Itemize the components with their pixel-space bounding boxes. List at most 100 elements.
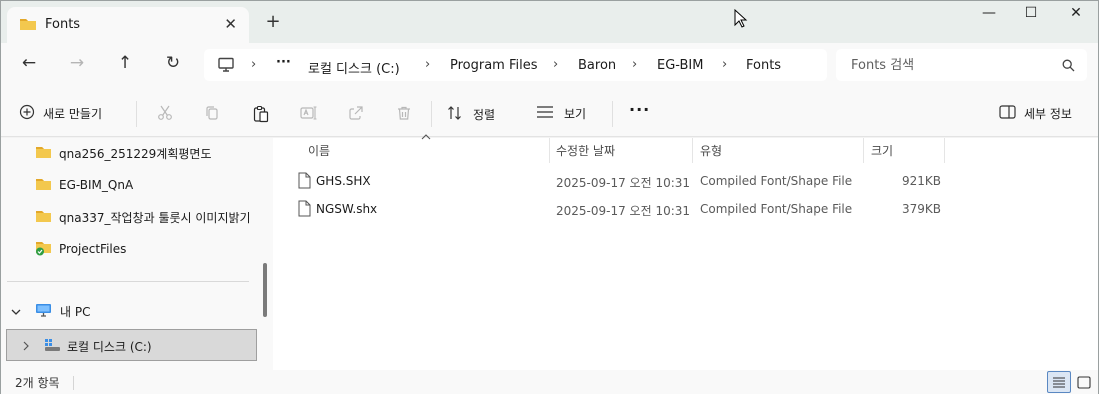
breadcrumb-item-baron[interactable]: Baron [578,58,616,73]
folder-label: EG-BIM_QnA [59,178,134,192]
sort-ascending-icon [421,132,431,143]
sort-button[interactable]: 정렬 [447,105,495,124]
file-name: NGSW.shx [316,202,378,216]
item-count: 2개 항목 [15,376,60,390]
synced-folder-icon [35,240,52,259]
sort-icon [447,105,463,124]
file-explorer-window: Fonts ✕ + — ☐ ✕ ← → ↑ ↻ › ··· 로컬 디스크 (C:… [0,0,1099,394]
breadcrumb-separator: › [553,57,559,72]
column-label: 수정한 날짜 [556,144,616,158]
divider [431,101,432,127]
column-header-type[interactable]: 유형 [700,138,722,163]
column-label: 크기 [871,144,894,158]
nav-scrollbar[interactable] [259,138,273,370]
tab-fonts[interactable]: Fonts ✕ [7,7,249,43]
details-pane-icon [999,105,1016,122]
large-icons-view-button[interactable] [1074,373,1094,393]
forward-button[interactable]: → [64,53,90,77]
column-divider[interactable] [863,138,864,163]
folder-icon [19,16,37,35]
column-header-name[interactable]: 이름 [308,138,330,163]
nav-local-disk[interactable]: 로컬 디스크 (C:) [6,329,257,361]
divider [612,101,613,127]
pc-label: 내 PC [60,305,91,319]
column-divider[interactable] [944,138,945,163]
plus-circle-icon [19,104,35,123]
file-type: Compiled Font/Shape File [700,202,853,216]
breadcrumb-overflow[interactable]: ··· [276,55,291,70]
file-list: 이름 수정한 날짜 유형 크기 GHS.SHX 2025-09-17 오전 10… [273,134,1098,370]
file-type: Compiled Font/Shape File [700,174,853,188]
nav-folder-item[interactable]: EG-BIM_QnA [35,175,133,195]
close-window-button[interactable]: ✕ [1056,5,1096,29]
up-button[interactable]: ↑ [112,53,138,77]
breadcrumb[interactable]: › ··· 로컬 디스크 (C:) › Program Files › Baro… [204,49,827,81]
folder-icon [35,209,52,226]
breadcrumb-item-eg-bim[interactable]: EG-BIM [657,58,703,73]
column-header-size[interactable]: 크기 [871,138,893,163]
nav-folder-item[interactable]: qna337_작업창과 툴룻시 이미지밝기 [35,207,251,227]
new-tab-button[interactable]: + [263,11,283,32]
chevron-right-icon[interactable] [22,340,30,354]
nav-scrollbar-thumb[interactable] [263,263,267,317]
computer-icon[interactable] [217,57,235,77]
refresh-button[interactable]: ↻ [160,53,186,77]
folder-label: qna256_251229계획평면도 [59,146,212,161]
chevron-down-icon[interactable] [11,305,21,319]
column-label: 유형 [700,144,723,158]
command-bar: 새로 만들기 정렬 보기 ··· 세부 정보 [1,89,1098,137]
view-icon [536,105,554,122]
share-icon[interactable] [348,105,364,125]
table-row[interactable]: GHS.SHX 2025-09-17 오전 10:31 Compiled Fon… [293,169,1083,193]
divider [7,281,249,282]
sort-label: 정렬 [473,108,496,122]
status-bar: 2개 항목 [1,370,1098,394]
breadcrumb-separator: › [632,57,638,72]
rename-icon[interactable] [300,105,318,125]
delete-icon[interactable] [396,105,412,125]
folder-icon [35,177,52,194]
new-button[interactable]: 새로 만들기 [19,104,102,123]
column-divider[interactable] [549,138,550,163]
table-row[interactable]: NGSW.shx 2025-09-17 오전 10:31 Compiled Fo… [293,197,1083,221]
view-label: 보기 [564,107,587,121]
divider [136,101,137,127]
details-pane-button[interactable]: 세부 정보 [999,105,1072,122]
maximize-button[interactable]: ☐ [1011,5,1051,29]
search-box[interactable] [836,49,1087,81]
breadcrumb-item-program-files[interactable]: Program Files [450,58,538,73]
search-icon[interactable] [1062,59,1075,75]
search-input[interactable] [842,53,1052,77]
mouse-cursor-icon [734,8,748,32]
view-button[interactable]: 보기 [536,105,586,122]
breadcrumb-separator: › [251,57,257,72]
cut-icon[interactable] [157,105,173,125]
minimize-button[interactable]: — [969,5,1009,29]
column-divider[interactable] [692,138,693,163]
breadcrumb-item-local-disk[interactable]: 로컬 디스크 (C:) [308,58,400,77]
new-label: 새로 만들기 [43,107,103,121]
back-button[interactable]: ← [16,53,42,77]
column-header-modified[interactable]: 수정한 날짜 [556,138,615,163]
nav-this-pc[interactable]: 내 PC [11,303,90,320]
folder-label: ProjectFiles [59,242,127,256]
nav-folder-item[interactable]: qna256_251229계획평면도 [35,143,212,163]
copy-icon[interactable] [204,105,220,125]
breadcrumb-item-fonts[interactable]: Fonts [746,58,781,73]
breadcrumb-separator: › [722,57,728,72]
file-modified: 2025-09-17 오전 10:31 [556,204,691,218]
details-view-button[interactable] [1047,371,1071,393]
nav-folder-item[interactable]: ProjectFiles [35,239,126,259]
folder-label: qna337_작업창과 툴룻시 이미지밝기 [59,210,251,225]
paste-icon[interactable] [252,105,270,127]
close-tab-icon[interactable]: ✕ [224,15,237,33]
file-size: 379KB [902,202,942,216]
file-icon [298,200,311,220]
divider [73,376,74,390]
drive-icon [44,338,61,355]
file-modified: 2025-09-17 오전 10:31 [556,176,691,190]
title-bar: Fonts ✕ + — ☐ ✕ [1,1,1098,43]
column-label: 이름 [308,144,331,158]
more-options-button[interactable]: ··· [629,100,650,119]
breadcrumb-separator: › [425,57,431,72]
